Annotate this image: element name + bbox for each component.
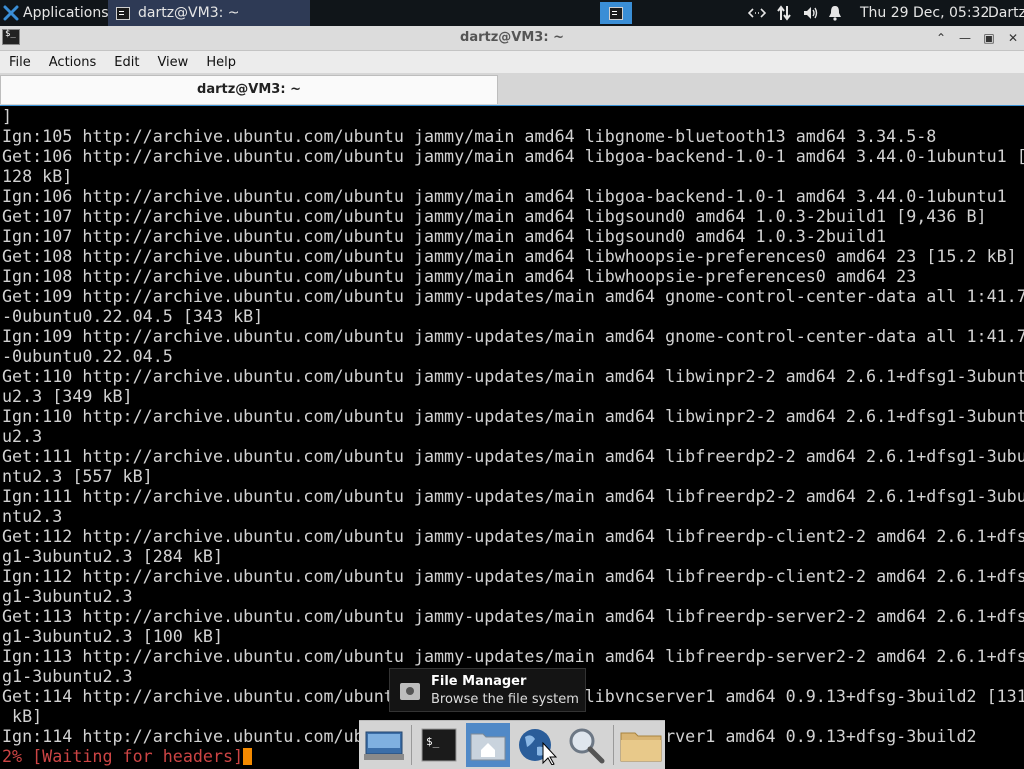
user-menu[interactable]: Dartz [988, 0, 1024, 26]
globe-icon [518, 729, 557, 765]
network-code-icon[interactable] [748, 6, 766, 20]
terminal-line: -0ubuntu0.22.04.5 [2, 346, 173, 366]
terminal-line: Ign:107 http://archive.ubuntu.com/ubuntu… [2, 226, 887, 246]
tooltip-title: File Manager [431, 674, 527, 689]
terminal-launcher[interactable]: $_ [417, 723, 461, 767]
web-browser-launcher[interactable] [515, 723, 559, 767]
terminal-line: Get:107 http://archive.ubuntu.com/ubuntu… [2, 206, 987, 226]
magnifier-icon [569, 728, 604, 764]
window-controls: ⌃ — ▣ ✕ [934, 26, 1020, 50]
terminal-line: Get:108 http://archive.ubuntu.com/ubuntu… [2, 246, 1017, 266]
maximize-icon[interactable]: ▣ [982, 31, 996, 45]
tooltip-description: Browse the file system [431, 692, 579, 707]
terminal-line: Ign:106 http://archive.ubuntu.com/ubuntu… [2, 186, 1007, 206]
menu-view[interactable]: View [148, 55, 197, 70]
terminal-line: Get:111 http://archive.ubuntu.com/ubuntu… [2, 446, 1024, 466]
terminal-line: g1-3ubuntu2.3 [100 kB] [2, 626, 224, 646]
terminal-line: Get:112 http://archive.ubuntu.com/ubuntu… [2, 526, 1024, 546]
terminal-line: u2.3 [2, 426, 43, 446]
workspace-switcher[interactable] [600, 2, 632, 24]
terminal-line: 128 kB] [2, 166, 73, 186]
taskbar-terminal-button[interactable]: dartz@VM3: ~ [108, 0, 310, 26]
terminal-line: Get:110 http://archive.ubuntu.com/ubuntu… [2, 366, 1024, 386]
terminal-line: Ign:113 http://archive.ubuntu.com/ubuntu… [2, 646, 1024, 666]
terminal-line: Ign:105 http://archive.ubuntu.com/ubuntu… [2, 126, 937, 146]
terminal-line: Get:109 http://archive.ubuntu.com/ubuntu… [2, 286, 1024, 306]
terminal-line: u2.3 [349 kB] [2, 386, 133, 406]
folder-icon [620, 732, 661, 762]
applications-label: Applications [23, 5, 109, 21]
file-manager-launcher[interactable] [465, 723, 510, 767]
terminal-line: Ign:110 http://archive.ubuntu.com/ubuntu… [2, 406, 1024, 426]
terminal-icon [116, 6, 130, 20]
terminal-line: Get:113 http://archive.ubuntu.com/ubuntu… [2, 606, 1024, 626]
tab-bar: dartz@VM3: ~ [0, 73, 1024, 106]
terminal-cursor [243, 748, 253, 765]
window-titlebar[interactable]: dartz@VM3: ~ ⌃ — ▣ ✕ [0, 26, 1024, 51]
applications-menu-button[interactable]: Applications [0, 0, 109, 26]
terminal-line: ] [2, 106, 13, 126]
dock-separator [410, 725, 412, 765]
terminal-line: Ign:109 http://archive.ubuntu.com/ubuntu… [2, 326, 1024, 346]
system-tray [748, 0, 842, 26]
terminal-line: Ign:108 http://archive.ubuntu.com/ubuntu… [2, 266, 917, 286]
file-manager-tooltip: File Manager Browse the file system [389, 668, 586, 712]
terminal-line: Ign:111 http://archive.ubuntu.com/ubuntu… [2, 486, 1024, 506]
desktop-icon [363, 731, 404, 760]
menubar: File Actions Edit View Help [0, 51, 1024, 73]
app-finder-launcher[interactable] [564, 723, 608, 767]
volume-icon[interactable] [802, 5, 818, 21]
network-transfer-icon[interactable] [776, 5, 792, 21]
notifications-bell-icon[interactable] [828, 5, 842, 21]
home-folder-icon [470, 733, 505, 761]
clock[interactable]: Thu 29 Dec, 05:32 [860, 0, 989, 26]
menu-file[interactable]: File [0, 55, 40, 70]
dock: $_ [359, 720, 665, 769]
terminal-line: g1-3ubuntu2.3 [2, 586, 133, 606]
terminal-line: -0ubuntu0.22.04.5 [343 kB] [2, 306, 264, 326]
terminal-line: ntu2.3 [557 kB] [2, 466, 153, 486]
minimize-icon[interactable]: — [958, 31, 972, 45]
svg-text:$_: $_ [426, 735, 440, 748]
terminal-icon [609, 6, 623, 20]
show-desktop-button[interactable] [362, 723, 406, 767]
terminal-line: Ign:112 http://archive.ubuntu.com/ubuntu… [2, 566, 1024, 586]
tab-terminal[interactable]: dartz@VM3: ~ [0, 75, 498, 104]
download-status: 2% [Waiting for headers] [2, 746, 244, 766]
terminal-launcher-icon: $_ [421, 728, 456, 762]
xfce-logo-icon [3, 5, 19, 21]
dock-separator [612, 725, 614, 765]
terminal-line: Get:106 http://archive.ubuntu.com/ubuntu… [2, 146, 1024, 166]
folder-launcher[interactable] [619, 723, 663, 767]
menu-actions[interactable]: Actions [40, 55, 106, 70]
menu-help[interactable]: Help [197, 55, 245, 70]
top-panel: Applications dartz@VM3: ~ Thu 29 Dec, 05… [0, 0, 1024, 26]
window-title: dartz@VM3: ~ [460, 30, 564, 45]
taskbar-terminal-title: dartz@VM3: ~ [138, 5, 240, 21]
shade-icon[interactable]: ⌃ [934, 31, 948, 45]
close-icon[interactable]: ✕ [1006, 31, 1020, 45]
drive-icon [400, 683, 420, 700]
terminal-line: ntu2.3 [2, 506, 63, 526]
menu-edit[interactable]: Edit [105, 55, 148, 70]
terminal-line: g1-3ubuntu2.3 [284 kB] [2, 546, 224, 566]
